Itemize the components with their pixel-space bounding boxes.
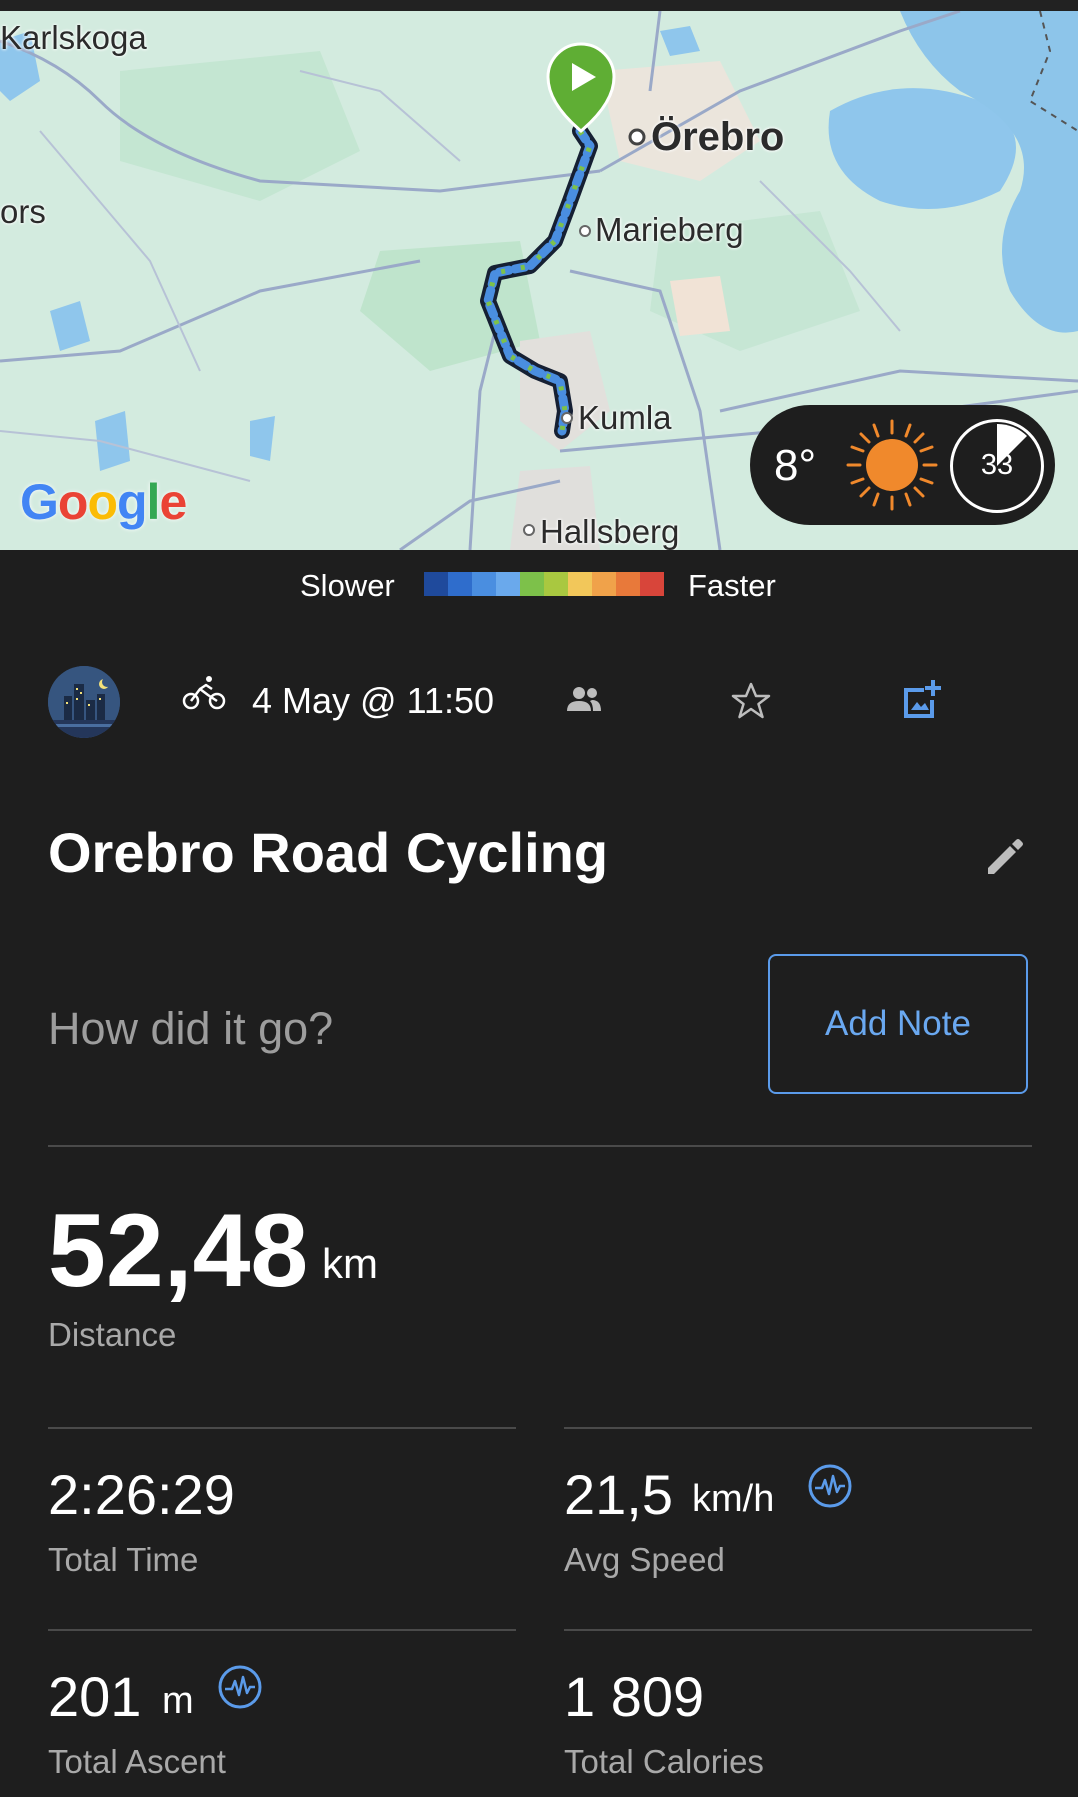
speed-gradient-bar <box>424 572 664 596</box>
status-bar-strip <box>0 0 1078 11</box>
activity-date: 4 May @ 11:50 <box>252 680 494 721</box>
route-map[interactable]: Karlskoga ors Örebro Marieberg Kumla Hal… <box>0 11 1078 550</box>
legend-slower-label: Slower <box>300 568 395 603</box>
map-label-marieberg: Marieberg <box>595 211 744 248</box>
total-ascent-label: Total Ascent <box>48 1743 226 1780</box>
google-logo-letter: l <box>146 474 161 530</box>
stat-divider <box>48 1629 516 1631</box>
legend-swatch <box>592 572 616 596</box>
legend-swatch <box>640 572 664 596</box>
stat-divider <box>564 1629 1032 1631</box>
activity-avatar[interactable] <box>48 666 120 738</box>
add-note-button[interactable]: Add Note <box>768 954 1028 1094</box>
legend-swatch <box>448 572 472 596</box>
total-calories-value: 1 809 <box>564 1665 705 1728</box>
avg-speed-value: 21,5 <box>564 1463 673 1526</box>
total-calories-label: Total Calories <box>564 1743 764 1780</box>
google-logo-letter: o <box>87 474 118 530</box>
performance-chart-icon[interactable] <box>218 1665 262 1709</box>
map-label-hallsberg: Hallsberg <box>540 513 680 550</box>
legend-swatch <box>472 572 496 596</box>
legend-swatch <box>424 572 448 596</box>
map-label-kumla: Kumla <box>578 399 672 436</box>
google-logo-letter: g <box>117 474 148 530</box>
weather-badge: 8° 33 <box>750 405 1055 525</box>
distance-unit: km <box>322 1240 378 1287</box>
distance-value: 52,48 <box>48 1193 309 1309</box>
total-time-label: Total Time <box>48 1541 199 1578</box>
legend-swatch <box>544 572 568 596</box>
distance-label: Distance <box>48 1316 177 1353</box>
total-time-value: 2:26:29 <box>48 1463 235 1526</box>
city-night-icon <box>48 666 120 738</box>
legend-swatch <box>568 572 592 596</box>
sun-icon <box>846 419 938 511</box>
edit-pencil-icon[interactable] <box>984 836 1026 878</box>
legend-swatch <box>520 572 544 596</box>
map-label-ors: ors <box>0 193 46 230</box>
google-logo: Google <box>20 473 187 531</box>
legend-swatch <box>496 572 520 596</box>
section-divider <box>48 1145 1032 1147</box>
performance-chart-icon[interactable] <box>808 1464 852 1508</box>
wind-speed: 33 <box>980 449 1014 481</box>
avg-speed-label: Avg Speed <box>564 1541 725 1578</box>
google-logo-letter: o <box>57 474 89 530</box>
stat-divider <box>564 1427 1032 1429</box>
map-label-orebro: Örebro <box>651 115 785 159</box>
google-logo-letter: G <box>20 474 59 530</box>
cycling-icon <box>182 676 226 710</box>
people-icon[interactable] <box>566 686 602 712</box>
temperature: 8° <box>774 441 817 490</box>
avg-speed-unit: km/h <box>692 1478 775 1520</box>
wind-dial: 33 <box>950 419 1044 513</box>
speed-legend: Slower Faster <box>0 568 1078 604</box>
legend-swatch <box>616 572 640 596</box>
activity-title: Orebro Road Cycling <box>48 821 609 884</box>
map-label-karlskoga: Karlskoga <box>0 19 147 56</box>
stat-divider <box>48 1427 516 1429</box>
total-ascent-unit: m <box>162 1680 194 1722</box>
legend-faster-label: Faster <box>688 568 776 603</box>
google-logo-letter: e <box>159 474 187 530</box>
total-ascent-value: 201 <box>48 1665 142 1728</box>
add-photo-icon[interactable] <box>900 678 944 722</box>
note-prompt: How did it go? <box>48 1003 334 1054</box>
star-icon[interactable] <box>731 682 771 720</box>
